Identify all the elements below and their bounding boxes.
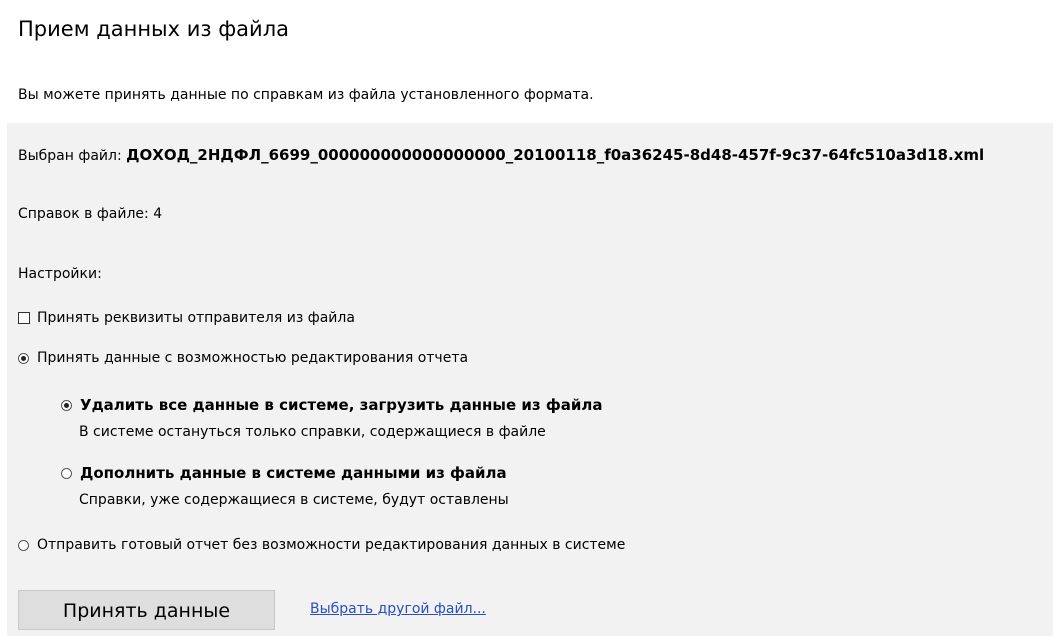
- append-data-option[interactable]: Дополнить данные в системе данными из фа…: [61, 464, 507, 482]
- import-panel: Прием данных из файла Вы можете принять …: [7, 0, 1053, 636]
- intro-text: Вы можете принять данные по справкам из …: [18, 87, 594, 103]
- send-report-option[interactable]: Отправить готовый отчет без возможности …: [18, 537, 625, 553]
- sender-requisites-label: Принять реквизиты отправителя из файла: [37, 310, 355, 326]
- header: Прием данных из файла Вы можете принять …: [7, 0, 1053, 123]
- reports-count: Справок в файле: 4: [18, 206, 163, 222]
- send-report-label: Отправить готовый отчет без возможности …: [37, 537, 626, 553]
- send-report-radio[interactable]: [18, 539, 29, 551]
- sender-requisites-checkbox[interactable]: [18, 312, 30, 324]
- edit-mode-label: Принять данные с возможностью редактиров…: [37, 350, 469, 366]
- selected-file-label: Выбран файл:: [18, 148, 122, 164]
- replace-data-desc: В системе остануться только справки, сод…: [79, 424, 546, 440]
- settings-label: Настройки:: [18, 266, 102, 282]
- selected-file: Выбран файл: ДОХОД_2НДФЛ_6699_0000000000…: [18, 146, 1053, 166]
- replace-data-title: Удалить все данные в системе, загрузить …: [80, 396, 603, 414]
- page-title: Прием данных из файла: [18, 17, 289, 41]
- selected-file-name: ДОХОД_2НДФЛ_6699_000000000000000000_2010…: [126, 146, 985, 164]
- edit-mode-radio[interactable]: [18, 352, 29, 364]
- accept-data-button[interactable]: Принять данные: [18, 590, 275, 630]
- replace-data-radio[interactable]: [61, 399, 72, 411]
- edit-mode-option[interactable]: Принять данные с возможностью редактиров…: [18, 350, 468, 366]
- choose-other-file-link[interactable]: Выбрать другой файл...: [310, 601, 486, 617]
- append-data-desc: Справки, уже содержащиеся в системе, буд…: [79, 492, 509, 508]
- sender-requisites-option[interactable]: Принять реквизиты отправителя из файла: [18, 310, 355, 326]
- append-data-title: Дополнить данные в системе данными из фа…: [80, 464, 507, 482]
- replace-data-option[interactable]: Удалить все данные в системе, загрузить …: [61, 396, 602, 414]
- append-data-radio[interactable]: [61, 467, 72, 479]
